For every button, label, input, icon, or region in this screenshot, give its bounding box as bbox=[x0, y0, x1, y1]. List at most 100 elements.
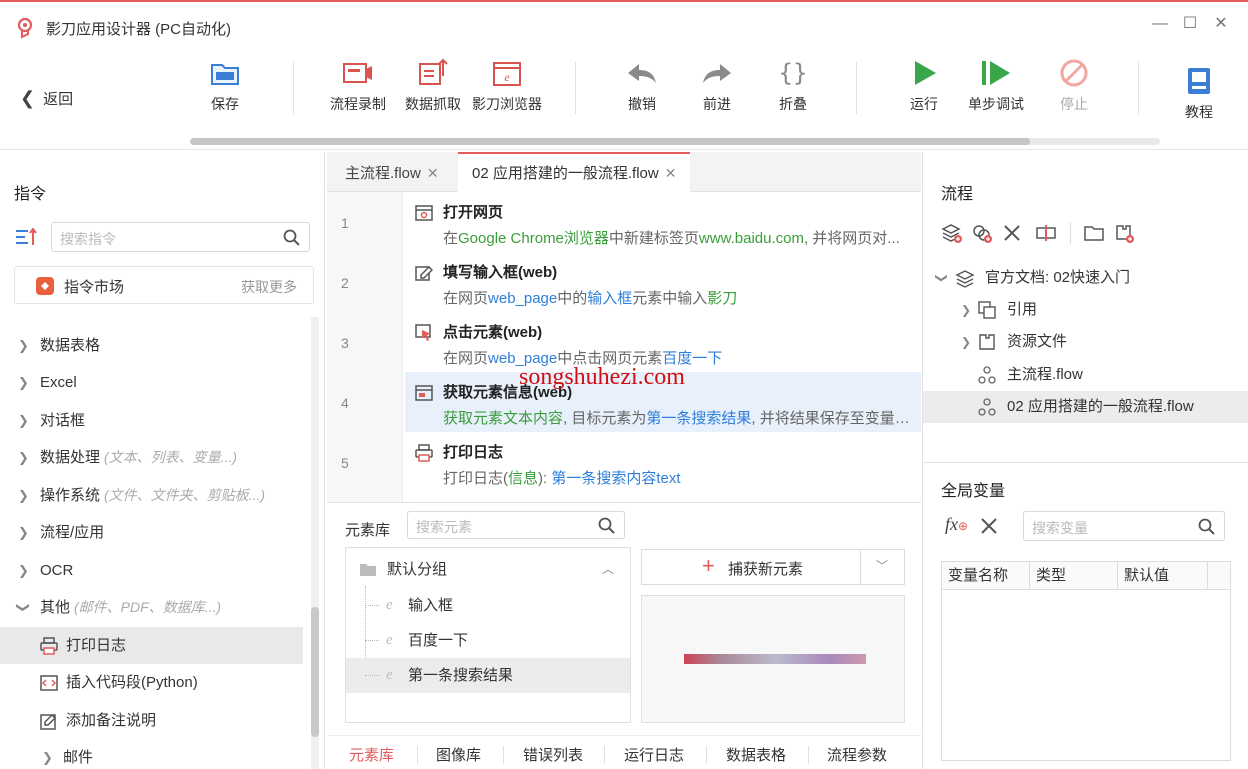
element-item[interactable]: e 输入框 bbox=[346, 588, 630, 623]
fold-button[interactable]: {} 折叠 bbox=[776, 56, 810, 114]
stop-button[interactable]: 停止 bbox=[1057, 56, 1091, 114]
browser-label: 影刀浏览器 bbox=[472, 96, 542, 112]
chevron-right-icon: ❯ bbox=[42, 750, 53, 765]
flow-step[interactable]: 填写输入框(web) 在网页web_page中的输入框元素中输入影刀 bbox=[405, 252, 921, 312]
tutorial-button[interactable]: 教程 bbox=[1182, 64, 1216, 122]
command-category[interactable]: ❯ 对话框 bbox=[0, 402, 310, 439]
tab-element-library[interactable]: 元素库 bbox=[349, 744, 394, 765]
toolbar-divider bbox=[1070, 222, 1071, 244]
tab-run-log[interactable]: 运行日志 bbox=[624, 744, 684, 765]
command-category[interactable]: ❯ 流程/应用 bbox=[0, 514, 310, 551]
folder-icon[interactable] bbox=[1083, 222, 1105, 244]
stop-icon bbox=[1060, 59, 1088, 87]
add-variable-icon[interactable]: fx⊕ bbox=[945, 514, 968, 535]
element-library-panel: 元素库 搜索元素 默认分组 ︿ e 输入框 e 百度一下 e 第一条搜索结果 +… bbox=[327, 502, 921, 769]
watermark-text: songshuhezi.com bbox=[519, 364, 685, 390]
chevron-up-icon[interactable]: ︿ bbox=[602, 552, 614, 587]
element-group[interactable]: 默认分组 ︿ bbox=[346, 552, 630, 587]
step-title: 点击元素(web) bbox=[443, 324, 543, 341]
tab-flow-params[interactable]: 流程参数 bbox=[827, 744, 887, 765]
step-debug-icon bbox=[982, 61, 1010, 85]
toolbar-divider bbox=[575, 62, 576, 114]
step-debug-label: 单步调试 bbox=[968, 96, 1024, 112]
tree-connector bbox=[365, 640, 379, 641]
flow-tree-node[interactable]: ❯ 资源文件 bbox=[923, 326, 1248, 358]
capture-element-button[interactable]: + 捕获新元素 ﹀ bbox=[641, 549, 905, 585]
chevron-right-icon: ❯ bbox=[18, 488, 29, 503]
flow-tree-node[interactable]: ❯ 引用 bbox=[923, 294, 1248, 326]
record-label: 流程录制 bbox=[330, 96, 386, 112]
command-category[interactable]: ❯ 邮件 bbox=[0, 739, 310, 769]
flow-tree-node[interactable]: 主流程.flow bbox=[923, 359, 1248, 391]
line-number: 2 bbox=[341, 275, 349, 291]
command-category[interactable]: ❯ 数据表格 bbox=[0, 327, 310, 364]
step-desc-value: Google Chrome浏览器 bbox=[458, 230, 609, 247]
flow-step[interactable]: 打印日志 打印日志(信息): 第一条搜索内容text bbox=[405, 432, 921, 492]
command-panel-scrollbar[interactable] bbox=[311, 317, 319, 769]
flow-panel-title: 流程 bbox=[941, 186, 974, 203]
tab-image-library[interactable]: 图像库 bbox=[436, 744, 481, 765]
save-button[interactable]: 保存 bbox=[208, 56, 242, 114]
tab-main-flow[interactable]: 主流程.flow ✕ bbox=[331, 152, 453, 192]
close-tab-icon[interactable]: ✕ bbox=[427, 165, 439, 181]
svg-text:{}: {} bbox=[779, 59, 808, 87]
variable-search-input[interactable]: 搜索变量 bbox=[1023, 511, 1225, 541]
command-item[interactable]: 打印日志 bbox=[0, 627, 303, 664]
command-market-button[interactable]: 指令市场 获取更多 bbox=[14, 266, 314, 304]
chevron-down-icon[interactable]: ﹀ bbox=[876, 557, 888, 574]
command-category[interactable]: ❯ 数据处理 (文本、列表、变量...) bbox=[0, 439, 310, 476]
close-icon[interactable]: ✕ bbox=[1211, 14, 1231, 34]
command-item[interactable]: 添加备注说明 bbox=[0, 702, 310, 739]
sort-icon[interactable] bbox=[16, 228, 38, 246]
minimize-icon[interactable]: — bbox=[1150, 14, 1170, 34]
run-button[interactable]: 运行 bbox=[907, 56, 941, 114]
command-category[interactable]: ❯ Excel bbox=[0, 364, 310, 401]
toolbar-scrollbar-thumb[interactable] bbox=[190, 138, 1030, 145]
market-more-link[interactable]: 获取更多 bbox=[241, 277, 297, 297]
close-tab-icon[interactable]: ✕ bbox=[665, 165, 677, 181]
maximize-icon[interactable]: ☐ bbox=[1180, 14, 1200, 34]
element-item[interactable]: e 百度一下 bbox=[346, 623, 630, 658]
command-category[interactable]: ❯ 操作系统 (文件、文件夹、剪贴板...) bbox=[0, 477, 310, 514]
toolbar-scrollbar[interactable] bbox=[190, 138, 1160, 145]
tab-current-flow[interactable]: 02 应用搭建的一般流程.flow ✕ bbox=[458, 152, 691, 192]
browser-button[interactable]: e 影刀浏览器 bbox=[472, 56, 542, 114]
step-debug-button[interactable]: 单步调试 bbox=[968, 56, 1024, 114]
chevron-right-icon: ❯ bbox=[18, 450, 29, 465]
command-search-input[interactable]: 搜索指令 bbox=[51, 222, 310, 252]
delete-icon[interactable] bbox=[979, 516, 999, 536]
element-search-input[interactable]: 搜索元素 bbox=[407, 511, 625, 539]
element-item[interactable]: e 第一条搜索结果 bbox=[346, 658, 630, 693]
flow-step[interactable]: 点击元素(web) 在网页web_page中点击网页元素百度一下 bbox=[405, 312, 921, 372]
undo-button[interactable]: 撤销 bbox=[625, 56, 659, 114]
add-resource-icon[interactable] bbox=[1113, 222, 1135, 244]
flow-step[interactable]: 打开网页 在Google Chrome浏览器中新建标签页www.baidu.co… bbox=[405, 192, 921, 252]
command-panel-scrollbar-thumb[interactable] bbox=[311, 607, 319, 737]
tab-error-list[interactable]: 错误列表 bbox=[523, 744, 583, 765]
column-header-type[interactable]: 类型 bbox=[1030, 562, 1118, 590]
flow-tree-label: 主流程.flow bbox=[1007, 366, 1083, 383]
layers-icon bbox=[955, 270, 975, 288]
step-description: 打印日志(信息): 第一条搜索内容text bbox=[443, 467, 919, 488]
rename-icon[interactable] bbox=[1035, 222, 1057, 244]
column-header-default[interactable]: 默认值 bbox=[1118, 562, 1208, 590]
chevron-right-icon: ❯ bbox=[18, 338, 29, 353]
record-button[interactable]: 流程录制 bbox=[330, 56, 386, 114]
command-category[interactable]: ❯ 其他 (邮件、PDF、数据库...) bbox=[0, 589, 310, 626]
flow-tree-node[interactable]: 02 应用搭建的一般流程.flow bbox=[923, 391, 1248, 423]
reference-icon bbox=[978, 301, 996, 319]
add-flow-icon[interactable] bbox=[941, 222, 963, 244]
split-divider bbox=[860, 550, 861, 584]
data-scrape-button[interactable]: 数据抓取 bbox=[405, 56, 461, 114]
back-button[interactable]: ❮ 返回 bbox=[20, 88, 73, 109]
command-category[interactable]: ❯ OCR bbox=[0, 552, 310, 589]
command-item[interactable]: 插入代码段(Python) bbox=[0, 664, 310, 701]
add-module-icon[interactable] bbox=[971, 222, 993, 244]
column-header-name[interactable]: 变量名称 bbox=[942, 562, 1030, 590]
redo-button[interactable]: 前进 bbox=[700, 56, 734, 114]
flow-tree-root[interactable]: ❯ 官方文档: 02快速入门 bbox=[923, 262, 1248, 294]
undo-icon bbox=[628, 64, 656, 83]
step-desc-text: 在 bbox=[443, 230, 459, 247]
delete-icon[interactable] bbox=[1001, 222, 1023, 244]
tab-data-table[interactable]: 数据表格 bbox=[726, 744, 786, 765]
